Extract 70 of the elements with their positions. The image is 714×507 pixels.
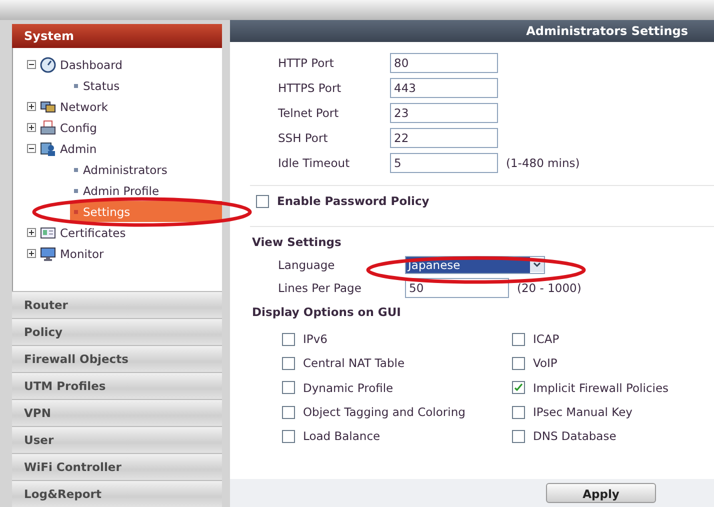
menu-section[interactable]: UTM Profiles: [12, 372, 222, 399]
field-hint: (20 - 1000): [517, 280, 582, 294]
field-label: SSH Port: [278, 130, 329, 144]
user-icon: [40, 140, 56, 156]
section-title: View Settings: [252, 235, 342, 251]
field-label: Telnet Port: [278, 106, 340, 120]
checkbox[interactable]: [512, 356, 525, 370]
network-icon: [40, 98, 56, 114]
panel-header: Administrators Settings: [230, 20, 714, 42]
checkbox-label: VoIP: [533, 356, 558, 370]
checkbox-label: Object Tagging and Coloring: [303, 405, 466, 420]
checkbox-label: Implicit Firewall Policies: [533, 380, 669, 395]
expand-toggle-icon[interactable]: [27, 102, 36, 111]
checkbox-label: ICAP: [533, 332, 560, 346]
field-label: Language: [278, 258, 336, 272]
printer-icon: [40, 120, 56, 136]
field-label: HTTP Port: [278, 56, 335, 70]
input-field[interactable]: 80: [390, 52, 498, 72]
checkbox[interactable]: [512, 381, 525, 394]
field-label: Idle Timeout: [278, 156, 351, 170]
checkbox[interactable]: [512, 332, 525, 346]
menu-section[interactable]: VPN: [12, 399, 222, 426]
checkbox-label: Central NAT Table: [303, 356, 405, 370]
checkbox[interactable]: [512, 430, 525, 443]
input-field[interactable]: 443: [390, 78, 498, 98]
tree-item[interactable]: Config: [60, 120, 97, 134]
expand-toggle-icon[interactable]: [27, 249, 36, 258]
checkbox[interactable]: [256, 194, 269, 208]
input-field[interactable]: 22: [390, 128, 498, 148]
expand-toggle-icon[interactable]: [27, 60, 36, 69]
checkbox[interactable]: [282, 332, 295, 346]
menu-section[interactable]: Log&Report: [12, 480, 222, 507]
menu-section[interactable]: WiFi Controller: [12, 453, 222, 480]
checkbox-label: IPsec Manual Key: [533, 405, 632, 420]
apply-button[interactable]: Apply: [546, 483, 656, 503]
tree-item[interactable]: Network: [60, 100, 108, 114]
expand-toggle-icon[interactable]: [27, 228, 36, 237]
checkbox-label: Load Balance: [303, 429, 380, 444]
menu-section[interactable]: User: [12, 426, 222, 453]
expand-toggle-icon[interactable]: [27, 144, 36, 153]
tree-item[interactable]: Dashboard: [60, 58, 122, 72]
menu-section[interactable]: Router: [12, 291, 222, 318]
section-title: Display Options on GUI: [252, 305, 402, 321]
checkbox[interactable]: [282, 381, 295, 394]
expand-toggle-icon[interactable]: [27, 123, 36, 132]
menu-section[interactable]: Firewall Objects: [12, 345, 222, 372]
field-hint: (1-480 mins): [506, 156, 580, 170]
checkbox[interactable]: [282, 356, 295, 370]
checkbox-label: IPv6: [303, 332, 328, 346]
field-label: Lines Per Page: [278, 280, 362, 294]
checkbox[interactable]: [282, 430, 295, 443]
tree-item[interactable]: Monitor: [60, 246, 104, 260]
checkbox-label: DNS Database: [533, 429, 616, 444]
checkbox[interactable]: [282, 406, 295, 419]
checkbox[interactable]: [512, 406, 525, 419]
checkbox-label: Dynamic Profile: [303, 380, 394, 395]
input-field[interactable]: 5: [390, 152, 498, 172]
sidebar-header[interactable]: System: [12, 24, 222, 48]
tree-item[interactable]: Administrators: [70, 159, 222, 180]
checkbox-label: Enable Password Policy: [277, 194, 430, 208]
tree-item[interactable]: Admin: [60, 142, 97, 156]
input-field[interactable]: 23: [390, 102, 498, 122]
tree-item[interactable]: Certificates: [60, 226, 126, 240]
gauge-icon: [40, 56, 56, 72]
tree-item[interactable]: Status: [70, 75, 222, 96]
menu-section[interactable]: Policy: [12, 318, 222, 345]
tree-item[interactable]: Admin Profile: [70, 180, 222, 201]
certificate-icon: [40, 224, 56, 240]
monitor-icon: [40, 246, 56, 262]
field-label: HTTPS Port: [278, 80, 342, 94]
